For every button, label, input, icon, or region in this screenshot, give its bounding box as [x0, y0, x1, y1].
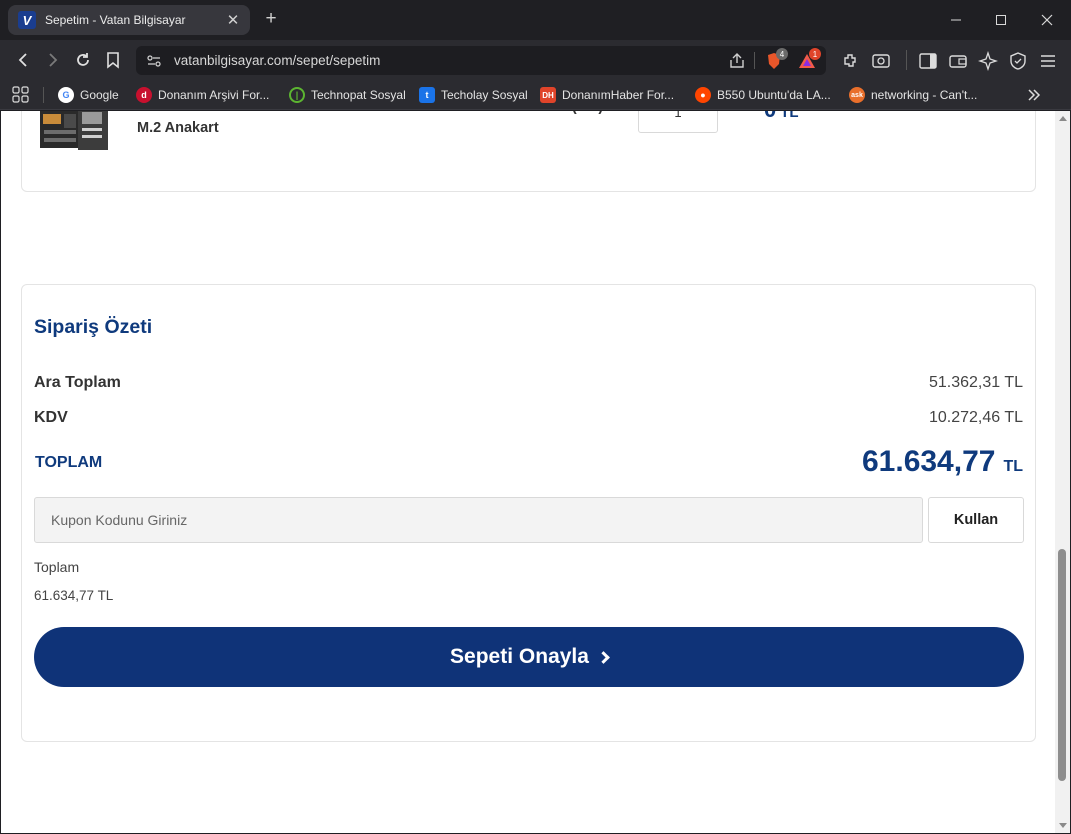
bookmark-donanimhaber[interactable]: DH DonanımHaber For... — [540, 86, 674, 104]
techolay-icon: t — [419, 87, 435, 103]
bookmark-label: DonanımHaber For... — [562, 88, 675, 102]
extensions-icon[interactable] — [841, 51, 861, 71]
page-scrollbar[interactable] — [1055, 111, 1070, 833]
tab-close-icon[interactable]: ✕ — [224, 11, 242, 29]
maximize-button[interactable] — [978, 0, 1024, 40]
minimize-icon — [951, 19, 961, 21]
close-window-button[interactable] — [1024, 0, 1070, 40]
bookmark-google[interactable]: G Google — [58, 86, 119, 104]
coupon-input[interactable] — [34, 497, 923, 543]
url-text: vatanbilgisayar.com/sepet/sepetim — [174, 53, 381, 68]
back-arrow-icon — [18, 53, 27, 67]
subtotal-value: 51.362,31 TL — [928, 374, 1023, 391]
bookmark-page-button[interactable] — [101, 48, 125, 72]
reddit-icon: ● — [695, 87, 711, 103]
back-button[interactable] — [11, 48, 35, 72]
total-currency: TL — [1003, 458, 1023, 475]
bookmark-techolay[interactable]: t Techolay Sosyal — [419, 86, 528, 104]
bookmark-label: Google — [80, 88, 119, 102]
chevron-right-icon — [597, 650, 610, 664]
product-image[interactable] — [40, 111, 108, 154]
share-icon[interactable] — [728, 52, 746, 70]
bookmarks-bar: G Google d Donanım Arşivi For... | Techn… — [0, 80, 1071, 110]
vpn-shield-icon[interactable] — [1008, 51, 1028, 71]
donanim-arsivi-icon: d — [136, 87, 152, 103]
total-value: 61.634,77 TL — [862, 445, 1023, 479]
bookmark-askubuntu[interactable]: ask networking - Can't... — [849, 86, 977, 104]
more-bookmarks-icon[interactable] — [1026, 88, 1042, 102]
new-tab-button[interactable]: + — [262, 9, 280, 29]
vatan-favicon-icon: V — [18, 11, 36, 29]
apps-grid-icon[interactable] — [12, 86, 30, 104]
bookmark-label: networking - Can't... — [871, 88, 978, 102]
item-price-currency: TL — [780, 111, 799, 121]
technopat-icon: | — [289, 87, 305, 103]
tax-label: KDV — [34, 409, 68, 426]
tax-value: 10.272,46 TL — [928, 409, 1023, 426]
bookmark-label: Donanım Arşivi For... — [158, 88, 270, 102]
leo-ai-icon[interactable] — [978, 51, 998, 71]
page-viewport: GIGABYTE B840M-D2H AMD B860M Soket AM5 D… — [1, 111, 1070, 833]
bookmark-reddit[interactable]: ● B550 Ubuntu'da LA... — [695, 86, 831, 104]
sidebar-toggle-icon[interactable] — [918, 51, 938, 71]
mini-total-value: 61.634,77 TL — [34, 588, 114, 603]
total-label: TOPLAM — [35, 454, 103, 471]
confirm-cart-label: Sepeti Onayla — [450, 645, 589, 668]
rewards-count-badge: 1 — [809, 48, 821, 60]
mini-total-label: Toplam — [34, 559, 80, 575]
forward-arrow-icon — [49, 53, 58, 67]
cart-item-card: GIGABYTE B840M-D2H AMD B860M Soket AM5 D… — [21, 111, 1036, 192]
tab-title: Sepetim - Vatan Bilgisayar — [45, 13, 186, 27]
forward-button[interactable] — [41, 48, 65, 72]
quantity-field[interactable]: 1 — [638, 111, 718, 133]
minimize-button[interactable] — [933, 0, 979, 40]
reader-mode-icon[interactable] — [871, 51, 891, 71]
total-amount: 61.634,77 — [861, 445, 996, 478]
product-name[interactable]: GIGABYTE B840M-D2H AMD B860M Soket AM5 D… — [137, 111, 627, 139]
summary-title: Sipariş Özeti — [34, 316, 153, 338]
scrollbar-thumb[interactable] — [1058, 549, 1066, 781]
item-price-amount: 0 — [764, 111, 776, 122]
scroll-down-arrow-icon[interactable] — [1059, 823, 1067, 828]
bookmark-technopat[interactable]: | Technopat Sosyal — [289, 86, 406, 104]
reload-icon — [77, 53, 89, 66]
maximize-icon — [996, 15, 1006, 25]
google-icon: G — [58, 87, 74, 103]
confirm-cart-button[interactable]: Sepeti Onayla — [34, 627, 1024, 687]
address-bar[interactable]: vatanbilgisayar.com/sepet/sepetim 4 1 — [136, 46, 826, 75]
browser-titlebar: V Sepetim - Vatan Bilgisayar ✕ + — [0, 0, 1071, 40]
bookmark-label: B550 Ubuntu'da LA... — [717, 88, 831, 102]
wallet-icon[interactable] — [948, 51, 968, 71]
browser-tab-active[interactable]: V Sepetim - Vatan Bilgisayar ✕ — [8, 5, 250, 35]
bookmark-label: Technopat Sosyal — [311, 88, 406, 102]
toolbar-divider — [906, 50, 907, 70]
bookmark-donanim-arsivi[interactable]: d Donanım Arşivi For... — [136, 86, 269, 104]
site-settings-icon[interactable] — [146, 53, 162, 69]
shields-count-badge: 4 — [776, 48, 788, 60]
subtotal-label: Ara Toplam — [34, 374, 121, 391]
donanimhaber-icon: DH — [540, 87, 556, 103]
urlbar-divider — [754, 52, 755, 69]
item-price: 0 TL — [764, 111, 799, 123]
order-summary-card: Sipariş Özeti Ara Toplam 51.362,31 TL KD… — [21, 284, 1036, 742]
reload-button[interactable] — [71, 48, 95, 72]
askubuntu-icon: ask — [849, 87, 865, 103]
bookmarks-divider — [43, 87, 44, 103]
menu-icon[interactable] — [1038, 51, 1058, 71]
scroll-up-arrow-icon[interactable] — [1059, 116, 1067, 121]
close-window-icon — [1041, 14, 1053, 26]
bookmark-icon — [107, 52, 119, 69]
bookmark-label: Techolay Sosyal — [441, 88, 528, 102]
apply-coupon-button[interactable]: Kullan — [928, 497, 1024, 543]
